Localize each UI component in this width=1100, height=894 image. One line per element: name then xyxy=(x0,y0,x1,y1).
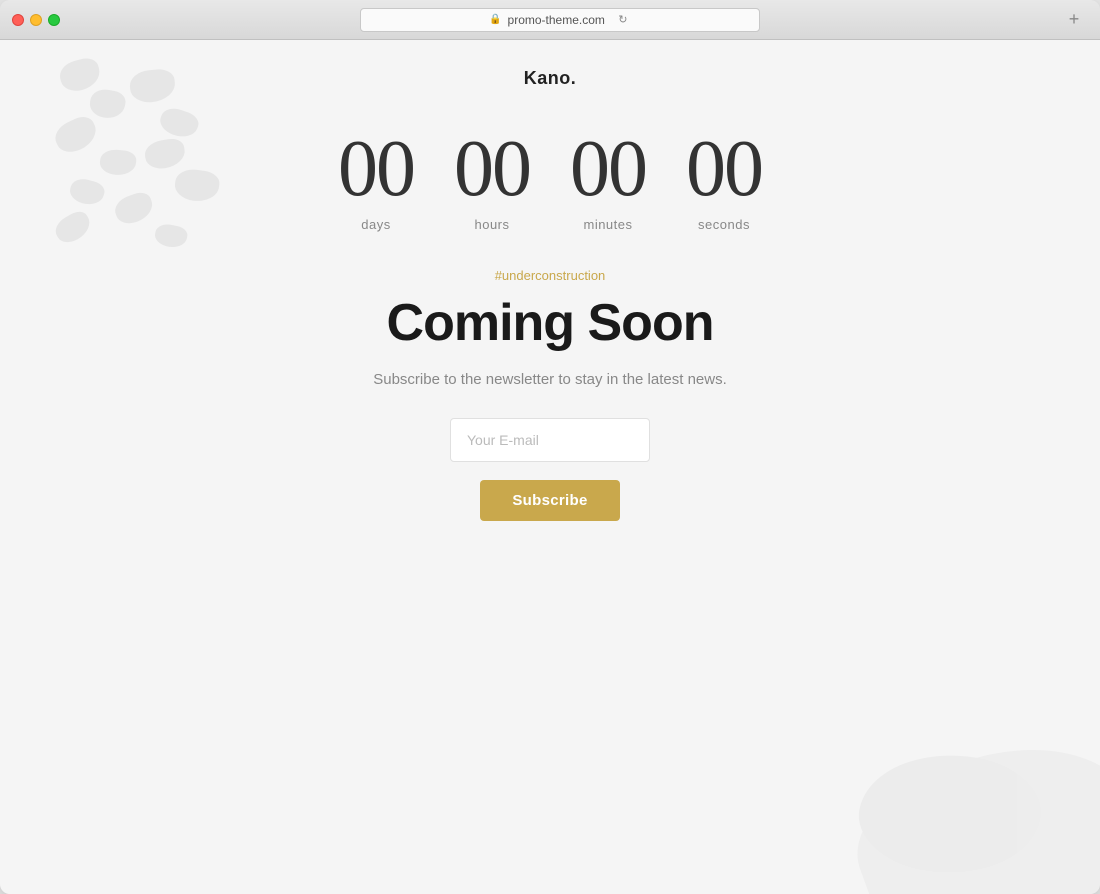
addressbar-container: 🔒 promo-theme.com ↻ xyxy=(68,8,1052,32)
new-tab-button[interactable]: + xyxy=(1060,6,1088,34)
countdown-container: 00 days 00 hours 00 minutes 00 seconds xyxy=(338,129,762,232)
address-bar[interactable]: 🔒 promo-theme.com ↻ xyxy=(360,8,760,32)
email-input[interactable] xyxy=(450,418,650,462)
minutes-label: minutes xyxy=(583,217,632,232)
countdown-hours: 00 hours xyxy=(454,129,530,232)
close-button[interactable] xyxy=(12,14,24,26)
minimize-button[interactable] xyxy=(30,14,42,26)
maximize-button[interactable] xyxy=(48,14,60,26)
countdown-days: 00 days xyxy=(338,129,414,232)
countdown-seconds: 00 seconds xyxy=(686,129,762,232)
page-content: Kano. 00 days 00 hours 00 minutes 00 xyxy=(0,40,1100,894)
hours-value: 00 xyxy=(454,129,530,209)
main-content: Kano. 00 days 00 hours 00 minutes 00 xyxy=(0,40,1100,521)
seconds-label: seconds xyxy=(698,217,750,232)
site-logo: Kano. xyxy=(524,68,577,89)
seconds-value: 00 xyxy=(686,129,762,209)
url-text: promo-theme.com xyxy=(508,13,605,27)
hashtag-text: #underconstruction xyxy=(495,268,606,283)
lock-icon: 🔒 xyxy=(489,14,501,25)
days-value: 00 xyxy=(338,129,414,209)
minutes-value: 00 xyxy=(570,129,646,209)
site-header: Kano. xyxy=(524,40,577,89)
countdown-minutes: 00 minutes xyxy=(570,129,646,232)
hours-label: hours xyxy=(474,217,509,232)
subtitle-text: Subscribe to the newsletter to stay in t… xyxy=(373,371,727,388)
subscribe-button[interactable]: Subscribe xyxy=(480,480,619,521)
coming-soon-title: Coming Soon xyxy=(387,293,714,353)
browser-window: 🔒 promo-theme.com ↻ + xyxy=(0,0,1100,894)
traffic-lights xyxy=(12,14,60,26)
refresh-button[interactable]: ↻ xyxy=(615,12,631,28)
browser-titlebar: 🔒 promo-theme.com ↻ + xyxy=(0,0,1100,40)
decorative-watermark-bottomright xyxy=(800,694,1100,894)
days-label: days xyxy=(361,217,390,232)
